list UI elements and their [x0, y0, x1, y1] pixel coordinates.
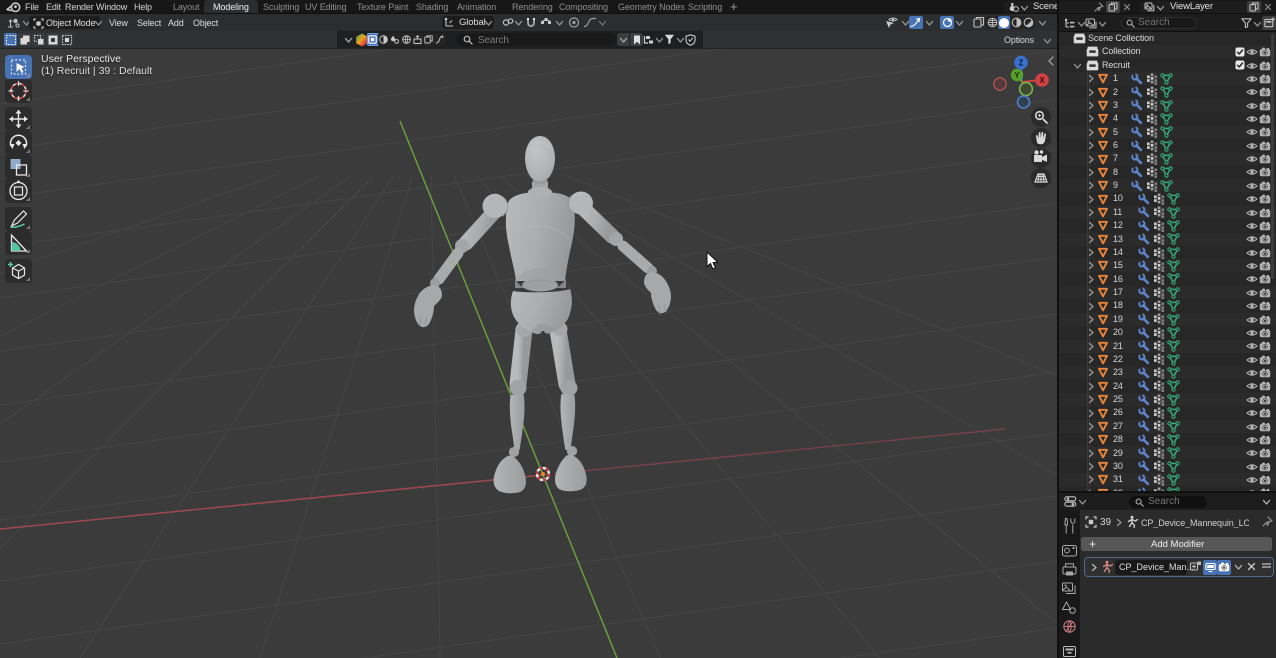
svg-text:Y: Y — [1014, 71, 1020, 80]
svg-text:Z: Z — [1019, 58, 1024, 67]
svg-text:X: X — [1039, 76, 1045, 85]
